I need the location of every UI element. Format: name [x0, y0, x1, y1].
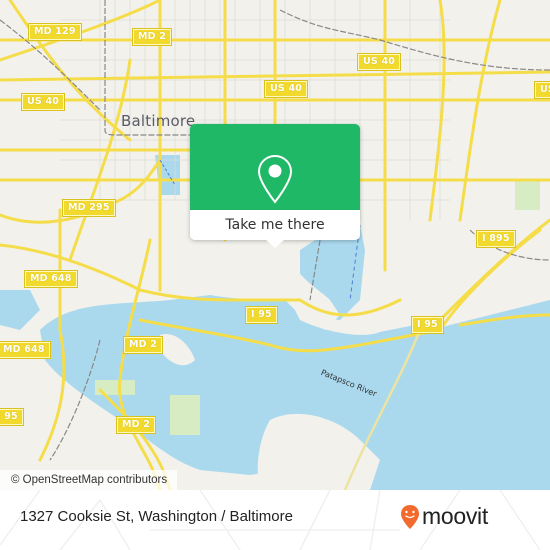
road-shield-md129: MD 129	[28, 23, 82, 41]
road-shield-md2-center: MD 2	[122, 336, 164, 354]
moovit-pin-icon	[401, 504, 419, 529]
road-shield-i95-west: I 95	[0, 408, 24, 426]
location-popup: Take me there	[190, 124, 360, 248]
take-me-there-button[interactable]: Take me there	[190, 210, 360, 240]
road-shield-md648-south: MD 648	[0, 341, 51, 359]
map-pin-icon	[257, 154, 293, 204]
map-attribution[interactable]: © OpenStreetMap contributors	[0, 470, 178, 490]
address-text: 1327 Cooksie St, Washington / Baltimore	[20, 508, 293, 525]
water-west-cove	[0, 290, 40, 330]
road-shield-us40-west: US 40	[20, 93, 66, 111]
road-shield-us40-mid: US 40	[356, 53, 402, 71]
road-shield-us40-center: US 40	[263, 80, 309, 98]
park	[170, 395, 200, 435]
map-view[interactable]: Baltimore Patapsco River MD 129 MD 2 US …	[0, 0, 550, 490]
road-shield-us40-east: US 40	[533, 81, 550, 99]
footer-bar: 1327 Cooksie St, Washington / Baltimore …	[0, 490, 550, 550]
road-shield-md2-south: MD 2	[115, 416, 157, 434]
park	[515, 180, 540, 210]
road-shield-i95-east: I 95	[411, 316, 444, 334]
road-shield-md295: MD 295	[62, 199, 116, 217]
city-label-baltimore: Baltimore	[121, 112, 196, 130]
popup-header	[190, 124, 360, 210]
road-shield-md648-north: MD 648	[24, 270, 78, 288]
road-shield-i895: I 895	[476, 230, 516, 248]
road-shield-i95-center: I 95	[245, 306, 278, 324]
popup-pointer	[265, 239, 285, 248]
road-shield-md2-north: MD 2	[131, 28, 173, 46]
moovit-wordmark: moovit	[422, 503, 488, 529]
moovit-logo[interactable]: moovit	[400, 503, 488, 530]
